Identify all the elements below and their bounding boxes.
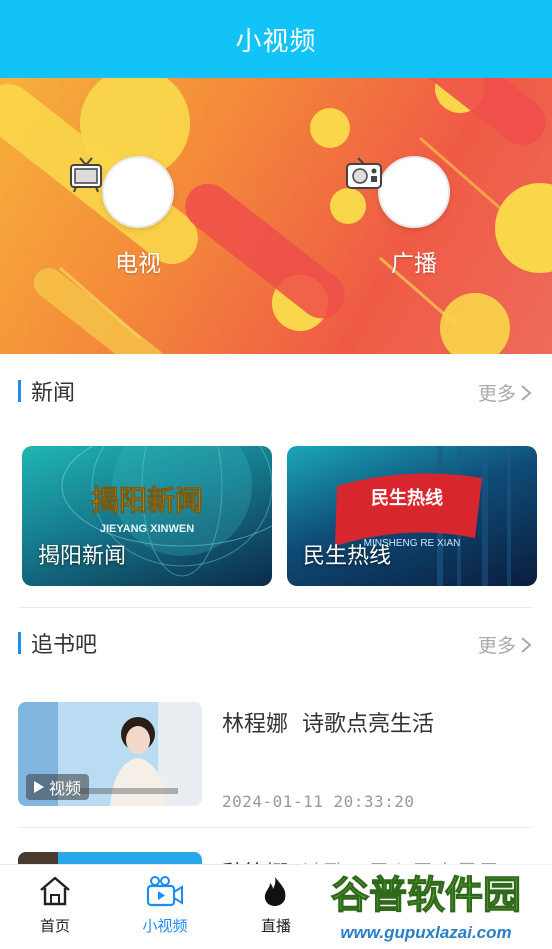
tab-video[interactable]: 小视频	[110, 875, 220, 936]
radio-icon	[346, 156, 450, 228]
news-card-logo-sub: JIEYANG XINWEN	[100, 523, 194, 535]
section-marker	[18, 632, 21, 654]
section-marker	[18, 380, 21, 402]
site-watermark: 谷普软件园 www.gupuxlazai.com	[300, 860, 552, 949]
news-card-label: 民生热线	[303, 544, 392, 569]
book-more-link[interactable]: 更多	[478, 631, 532, 658]
minsheng-logo-text: 民生热线	[371, 487, 443, 508]
video-tag: 视频	[26, 774, 90, 800]
section-divider	[18, 607, 532, 608]
video-tag-label: 视频	[49, 779, 82, 798]
news-more-link[interactable]: 更多	[478, 379, 532, 406]
chevron-right-icon	[521, 384, 532, 401]
tv-channel[interactable]: 电视	[68, 156, 208, 278]
channel-banner: 电视 广播	[0, 78, 552, 354]
book-section-header: 追书吧 更多	[0, 623, 552, 663]
chevron-right-icon	[521, 636, 532, 653]
app-header: 小视频	[0, 0, 552, 78]
book-more-label: 更多	[477, 635, 516, 657]
news-card-logo-text: 揭阳新闻	[91, 485, 203, 516]
tab-live-label: 直播	[260, 917, 291, 935]
news-card-minsheng[interactable]: 民生热线 MINSHENG RE XIAN 民生热线	[287, 446, 537, 586]
list-divider	[18, 827, 532, 828]
tv-label: 电视	[115, 251, 161, 277]
tab-home-label: 首页	[39, 917, 70, 935]
play-icon	[34, 781, 44, 793]
watermark-text: 谷普软件园	[331, 875, 521, 917]
news-section-header: 新闻 更多	[0, 371, 552, 411]
home-icon	[40, 876, 70, 906]
news-more-label: 更多	[477, 383, 516, 405]
live-icon	[264, 877, 286, 906]
video-thumbnail: 视频	[18, 702, 202, 806]
news-card-label: 揭阳新闻	[38, 544, 127, 569]
video-title: 林程娜 诗歌点亮生活	[222, 712, 434, 737]
news-card-jieyang[interactable]: 揭阳新闻 JIEYANG XINWEN 揭阳新闻	[22, 446, 272, 586]
video-icon	[146, 876, 183, 907]
radio-channel[interactable]: 广播	[344, 156, 484, 278]
tv-icon	[70, 156, 174, 228]
tab-home[interactable]: 首页	[0, 875, 110, 936]
radio-label: 广播	[391, 251, 437, 277]
watermark-url: www.gupuxlazai.com	[340, 923, 511, 942]
tab-video-label: 小视频	[142, 917, 188, 935]
book-section-title: 追书吧	[31, 633, 98, 658]
news-section-title: 新闻	[31, 381, 76, 406]
page-title: 小视频	[235, 26, 317, 57]
video-date: 2024-01-11 20:33:20	[222, 792, 415, 811]
list-item[interactable]: 视频 林程娜 诗歌点亮生活 2024-01-11 20:33:20	[0, 702, 552, 811]
